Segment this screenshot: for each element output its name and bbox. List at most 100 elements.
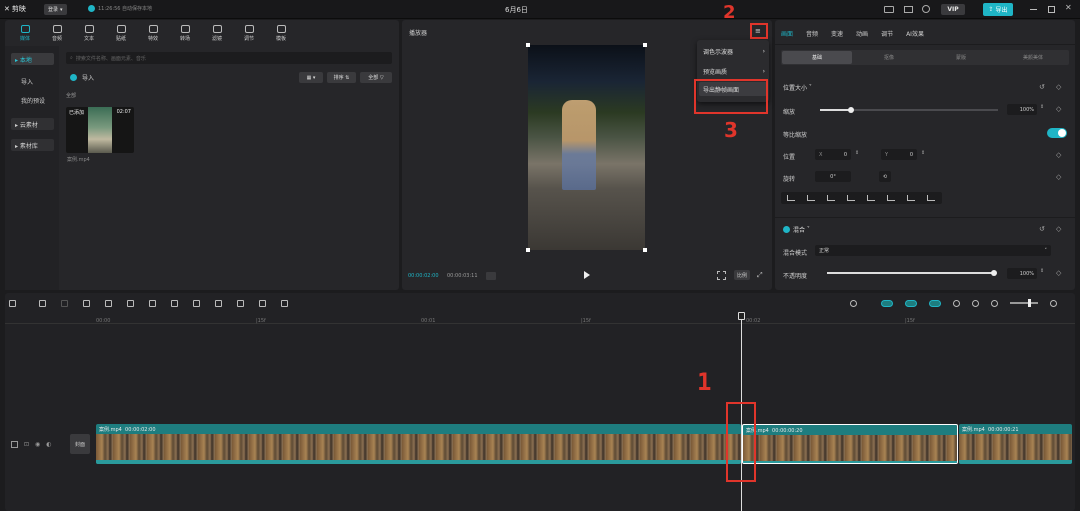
tab-text[interactable]: 文本 bbox=[73, 22, 105, 44]
play-icon[interactable] bbox=[584, 271, 590, 279]
scale-slider[interactable] bbox=[820, 107, 998, 113]
tab-adjust[interactable]: 调节 bbox=[233, 22, 265, 44]
login-button[interactable]: 登录 ▾ bbox=[44, 4, 67, 15]
maximize-icon[interactable] bbox=[1048, 6, 1055, 13]
link-main-icon[interactable] bbox=[881, 299, 893, 307]
opacity-stepper[interactable]: ⇕ bbox=[1040, 268, 1044, 274]
frame-handle-tl[interactable] bbox=[526, 43, 530, 47]
tab-transition[interactable]: 转场 bbox=[169, 22, 201, 44]
inspector-subtab-0[interactable]: 基础 bbox=[782, 51, 852, 64]
blend-section-header[interactable]: 混合 ˅ bbox=[783, 225, 810, 234]
timeline-mode-icon[interactable] bbox=[486, 272, 496, 280]
inspector-tab-2[interactable]: 变速 bbox=[831, 29, 843, 38]
blend-keyframe-icon[interactable]: ◇ bbox=[1056, 225, 1061, 233]
layout-icon[interactable] bbox=[904, 6, 913, 13]
minimize-icon[interactable] bbox=[1030, 9, 1037, 10]
zoom-slider[interactable] bbox=[1010, 299, 1038, 307]
position-keyframe-icon[interactable]: ◇ bbox=[1056, 151, 1061, 159]
tab-audio[interactable]: 音频 bbox=[41, 22, 73, 44]
opacity-input[interactable]: 100% bbox=[1007, 268, 1037, 279]
split-preview-icon[interactable] bbox=[953, 299, 960, 307]
opacity-slider-thumb[interactable] bbox=[991, 270, 997, 276]
tab-template[interactable]: 模板 bbox=[265, 22, 297, 44]
sidebar-item-import[interactable]: 导入 bbox=[21, 77, 33, 86]
player-menu-button[interactable]: ≡ bbox=[750, 23, 768, 39]
mirror-icon[interactable] bbox=[215, 299, 222, 307]
inspector-subtab-3[interactable]: 美颜美体 bbox=[998, 51, 1068, 64]
sidebar-item-local[interactable]: ▸ 本地 bbox=[11, 53, 54, 65]
inspector-tab-3[interactable]: 动画 bbox=[856, 29, 868, 38]
blend-reset-icon[interactable]: ↺ bbox=[1039, 225, 1045, 233]
inspector-subtab-1[interactable]: 抠像 bbox=[854, 51, 924, 64]
crop-icon[interactable] bbox=[259, 299, 266, 307]
track-visibility-icon[interactable]: ◉ bbox=[35, 441, 40, 448]
tab-filter[interactable]: 滤镜 bbox=[201, 22, 233, 44]
rotate-flip-button[interactable]: ⟲ bbox=[879, 171, 891, 182]
flip-v-icon[interactable] bbox=[927, 195, 935, 201]
position-y-input[interactable]: Y0 bbox=[881, 149, 917, 160]
split-icon[interactable] bbox=[83, 299, 90, 307]
sidebar-item-presets[interactable]: 我的预设 bbox=[21, 96, 45, 105]
search-input[interactable]: ⌕ 搜索文件名称、画面元素、音乐 bbox=[66, 52, 392, 64]
mic-icon[interactable] bbox=[850, 299, 857, 307]
playhead-handle[interactable] bbox=[738, 312, 745, 320]
reset-icon[interactable]: ↺ bbox=[1039, 83, 1045, 91]
position-section-header[interactable]: 位置大小 ˅ bbox=[783, 83, 812, 92]
align-center-v-icon[interactable] bbox=[867, 195, 875, 201]
split-left-icon[interactable] bbox=[105, 299, 112, 307]
caption-icon[interactable] bbox=[972, 299, 979, 307]
keyframe-icon[interactable]: ◇ bbox=[1056, 83, 1061, 91]
auto-reframe-icon[interactable] bbox=[281, 299, 288, 307]
fit-icon[interactable] bbox=[717, 271, 726, 280]
inspector-tab-0[interactable]: 画面 bbox=[781, 29, 793, 38]
media-clip-thumbnail[interactable]: 已添加 02:07 bbox=[66, 107, 134, 153]
tab-sticker[interactable]: 贴纸 bbox=[105, 22, 137, 44]
timeline-clip-1[interactable]: 案例.mp4 00:00:02:00 bbox=[96, 424, 741, 464]
split-right-icon[interactable] bbox=[127, 299, 134, 307]
tab-effects[interactable]: 特效 bbox=[137, 22, 169, 44]
menu-item-quality[interactable]: 预览画质 › bbox=[703, 67, 765, 76]
track-lock-icon-2[interactable]: ⊡ bbox=[24, 441, 29, 448]
view-toggle-button[interactable]: ▦ ▾ bbox=[299, 72, 323, 83]
blend-checkbox[interactable] bbox=[783, 226, 790, 233]
filter-button[interactable]: 全部 ▽ bbox=[360, 72, 392, 83]
tab-media[interactable]: 媒体 bbox=[9, 22, 41, 44]
link-preview-icon[interactable] bbox=[929, 299, 941, 307]
ratio-button[interactable]: 比例 bbox=[734, 270, 750, 280]
sidebar-item-library[interactable]: ▸ 素材库 bbox=[11, 139, 54, 151]
vip-button[interactable]: VIP bbox=[941, 4, 965, 15]
uniform-scale-toggle[interactable] bbox=[1047, 128, 1067, 138]
sort-button[interactable]: 排序 ⇅ bbox=[327, 72, 356, 83]
rotate-keyframe-icon[interactable]: ◇ bbox=[1056, 173, 1061, 181]
settings-icon[interactable] bbox=[922, 5, 930, 13]
position-x-input[interactable]: X0 bbox=[815, 149, 851, 160]
zoom-slider-thumb[interactable] bbox=[1028, 299, 1031, 307]
track-audio-icon[interactable]: ◐ bbox=[46, 441, 51, 448]
inspector-subtab-2[interactable]: 蒙版 bbox=[926, 51, 996, 64]
track-lock-icon[interactable] bbox=[11, 440, 18, 448]
position-x-stepper[interactable]: ⇕ bbox=[855, 150, 859, 156]
align-bottom-icon[interactable] bbox=[887, 195, 895, 201]
zoom-in-icon[interactable] bbox=[1050, 299, 1057, 307]
align-left-icon[interactable] bbox=[787, 195, 795, 201]
align-center-h-icon[interactable] bbox=[807, 195, 815, 201]
flip-h-icon[interactable] bbox=[907, 195, 915, 201]
select-icon[interactable] bbox=[9, 299, 16, 307]
freeze-icon[interactable] bbox=[171, 299, 178, 307]
undo-icon[interactable] bbox=[39, 299, 46, 307]
video-frame[interactable] bbox=[528, 45, 645, 250]
position-y-stepper[interactable]: ⇕ bbox=[921, 150, 925, 156]
zoom-out-icon[interactable] bbox=[991, 299, 998, 307]
scale-slider-thumb[interactable] bbox=[848, 107, 854, 113]
redo-icon[interactable] bbox=[61, 299, 68, 307]
align-top-icon[interactable] bbox=[847, 195, 855, 201]
sidebar-item-cloud[interactable]: ▸ 云素材 bbox=[11, 118, 54, 130]
export-button[interactable]: ⇪ 导出 bbox=[983, 3, 1013, 16]
align-right-icon[interactable] bbox=[827, 195, 835, 201]
frame-handle-br[interactable] bbox=[643, 248, 647, 252]
frame-handle-bl[interactable] bbox=[526, 248, 530, 252]
rotate-icon[interactable] bbox=[237, 299, 244, 307]
opacity-keyframe-icon[interactable]: ◇ bbox=[1056, 269, 1061, 277]
reverse-icon[interactable] bbox=[193, 299, 200, 307]
scale-input[interactable]: 100% bbox=[1007, 104, 1037, 115]
